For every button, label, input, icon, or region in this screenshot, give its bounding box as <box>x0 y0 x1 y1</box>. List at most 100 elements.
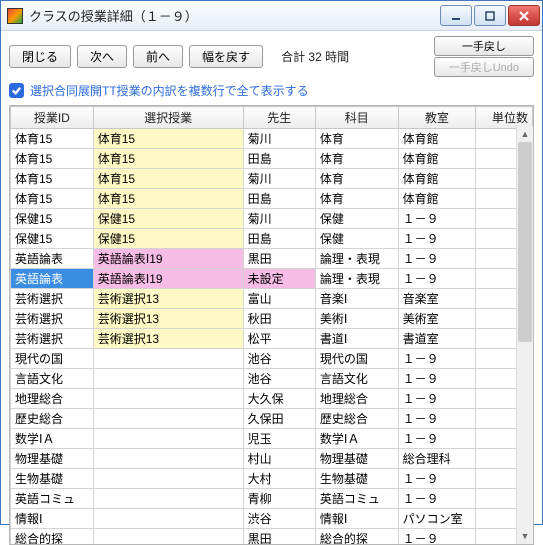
table-cell[interactable]: 歴史総合 <box>11 409 94 429</box>
table-cell[interactable]: 村山 <box>243 449 315 469</box>
table-cell[interactable]: 体育館 <box>398 149 476 169</box>
table-cell[interactable]: 保健15 <box>11 229 94 249</box>
table-cell[interactable]: 大久保 <box>243 389 315 409</box>
table-cell[interactable]: 物理基礎 <box>11 449 94 469</box>
table-cell[interactable]: 青柳 <box>243 489 315 509</box>
table-cell[interactable]: 芸術選択13 <box>93 329 243 349</box>
table-row[interactable]: 体育15体育15菊川体育体育館2 <box>11 169 533 189</box>
table-cell[interactable]: 池谷 <box>243 349 315 369</box>
table-cell[interactable]: 総合的探 <box>11 529 94 545</box>
table-cell[interactable]: 現代の国 <box>11 349 94 369</box>
header-room[interactable]: 教室 <box>398 107 476 129</box>
close-button[interactable]: 閉じる <box>9 45 71 68</box>
scroll-down-icon[interactable]: ▼ <box>517 528 533 544</box>
table-cell[interactable]: 黒田 <box>243 249 315 269</box>
table-cell[interactable]: 情報Ⅰ <box>315 509 398 529</box>
table-cell[interactable]: 体育 <box>315 149 398 169</box>
table-cell[interactable]: 保健15 <box>93 229 243 249</box>
table-row[interactable]: 英語論表英語論表Ⅰ19未設定論理・表現１－９1 <box>11 269 533 289</box>
scroll-up-icon[interactable]: ▲ <box>517 126 533 142</box>
table-cell[interactable]: 英語論表 <box>11 269 94 289</box>
table-cell[interactable]: 久保田 <box>243 409 315 429</box>
table-cell[interactable]: 生物基礎 <box>11 469 94 489</box>
table-cell[interactable]: 情報Ⅰ <box>11 509 94 529</box>
table-row[interactable]: 英語コミュ青柳英語コミュ１－９3 <box>11 489 533 509</box>
table-cell[interactable]: １－９ <box>398 229 476 249</box>
table-cell[interactable]: 菊川 <box>243 129 315 149</box>
table-row[interactable]: 芸術選択芸術選択13富山音楽Ⅰ音楽室2 <box>11 289 533 309</box>
table-cell[interactable]: 芸術選択 <box>11 309 94 329</box>
header-select[interactable]: 選択授業 <box>93 107 243 129</box>
table-cell[interactable]: １－９ <box>398 489 476 509</box>
table-row[interactable]: 総合的探黒田総合的探１－９1 <box>11 529 533 545</box>
table-cell[interactable]: 秋田 <box>243 309 315 329</box>
table-cell[interactable] <box>93 369 243 389</box>
table-cell[interactable]: 富山 <box>243 289 315 309</box>
table-cell[interactable]: 体育15 <box>11 129 94 149</box>
next-button[interactable]: 次へ <box>77 45 127 68</box>
table-cell[interactable]: １－９ <box>398 269 476 289</box>
table-cell[interactable]: 体育館 <box>398 189 476 209</box>
table-cell[interactable]: 英語コミュ <box>11 489 94 509</box>
table-cell[interactable]: 美術Ⅰ <box>315 309 398 329</box>
table-cell[interactable]: １－９ <box>398 209 476 229</box>
table-cell[interactable]: 英語論表Ⅰ19 <box>93 249 243 269</box>
table-cell[interactable]: 渋谷 <box>243 509 315 529</box>
table-cell[interactable]: 英語論表 <box>11 249 94 269</box>
table-cell[interactable] <box>93 469 243 489</box>
table-cell[interactable]: 芸術選択 <box>11 289 94 309</box>
close-window-button[interactable] <box>508 5 540 26</box>
table-row[interactable]: 芸術選択芸術選択13秋田美術Ⅰ美術室2 <box>11 309 533 329</box>
table-cell[interactable] <box>93 409 243 429</box>
table-cell[interactable]: １－９ <box>398 369 476 389</box>
table-cell[interactable]: 池谷 <box>243 369 315 389</box>
table-cell[interactable]: １－９ <box>398 429 476 449</box>
table-cell[interactable]: 田島 <box>243 189 315 209</box>
table-cell[interactable]: 保健15 <box>11 209 94 229</box>
table-row[interactable]: 保健15保健15菊川保健１－９1 <box>11 209 533 229</box>
table-cell[interactable]: 言語文化 <box>11 369 94 389</box>
minimize-button[interactable] <box>440 5 472 26</box>
table-cell[interactable]: 美術室 <box>398 309 476 329</box>
header-teacher[interactable]: 先生 <box>243 107 315 129</box>
table-row[interactable]: 体育15体育15菊川体育体育館2 <box>11 129 533 149</box>
table-cell[interactable]: １－９ <box>398 389 476 409</box>
table-cell[interactable] <box>93 389 243 409</box>
table-cell[interactable]: 田島 <box>243 149 315 169</box>
table-cell[interactable]: パソコン室 <box>398 509 476 529</box>
table-cell[interactable]: 物理基礎 <box>315 449 398 469</box>
table-cell[interactable]: 体育15 <box>93 149 243 169</box>
table-cell[interactable]: 大村 <box>243 469 315 489</box>
table-cell[interactable]: 保健15 <box>93 209 243 229</box>
table-cell[interactable]: 言語文化 <box>315 369 398 389</box>
table-cell[interactable]: 体育 <box>315 129 398 149</box>
table-row[interactable]: 体育15体育15田島体育体育館2 <box>11 189 533 209</box>
table-cell[interactable]: 音楽Ⅰ <box>315 289 398 309</box>
scroll-thumb[interactable] <box>518 142 532 342</box>
table-row[interactable]: 体育15体育15田島体育体育館2 <box>11 149 533 169</box>
table-row[interactable]: 芸術選択芸術選択13松平書道Ⅰ書道室2 <box>11 329 533 349</box>
table-cell[interactable]: 総合理科 <box>398 449 476 469</box>
table-cell[interactable]: １－９ <box>398 409 476 429</box>
table-cell[interactable]: 体育 <box>315 189 398 209</box>
multiline-checkbox[interactable] <box>9 83 24 98</box>
table-cell[interactable]: 音楽室 <box>398 289 476 309</box>
table-row[interactable]: 現代の国池谷現代の国１－９2 <box>11 349 533 369</box>
table-cell[interactable] <box>93 489 243 509</box>
table-row[interactable]: 数学ⅠＡ児玉数学ⅠＡ１－９2 <box>11 429 533 449</box>
table-cell[interactable]: 菊川 <box>243 209 315 229</box>
table-cell[interactable]: 生物基礎 <box>315 469 398 489</box>
table-cell[interactable]: １－９ <box>398 249 476 269</box>
table-row[interactable]: 歴史総合久保田歴史総合１－９2 <box>11 409 533 429</box>
table-cell[interactable]: 書道Ⅰ <box>315 329 398 349</box>
table-cell[interactable]: 芸術選択13 <box>93 289 243 309</box>
undo-sub-button[interactable]: 一手戻しUndo <box>434 57 534 77</box>
table-row[interactable]: 情報Ⅰ渋谷情報Ⅰパソコン室2 <box>11 509 533 529</box>
table-cell[interactable]: 菊川 <box>243 169 315 189</box>
table-cell[interactable]: 黒田 <box>243 529 315 545</box>
table-cell[interactable]: 数学ⅠＡ <box>315 429 398 449</box>
table-cell[interactable] <box>93 509 243 529</box>
table-cell[interactable]: 体育15 <box>93 169 243 189</box>
table-cell[interactable]: 体育15 <box>93 189 243 209</box>
table-cell[interactable]: 保健 <box>315 229 398 249</box>
